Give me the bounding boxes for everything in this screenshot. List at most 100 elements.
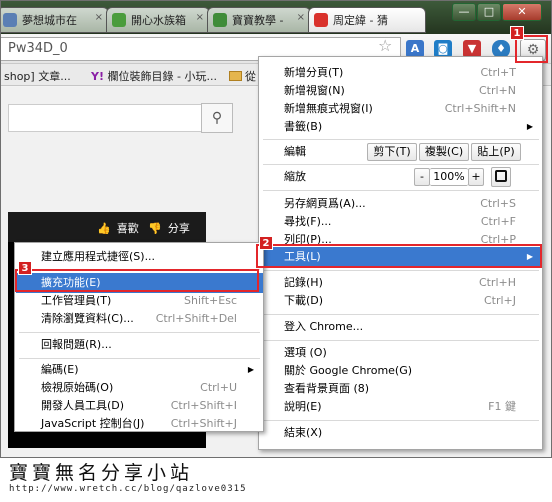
menu-background-pages[interactable]: 查看背景頁面 (8) (260, 379, 542, 399)
watermark-url: http://www.wretch.cc/blog/qazlove0315 (9, 484, 247, 494)
shortcut: Ctrl+T (480, 66, 516, 79)
zoom-in-button[interactable]: + (468, 168, 484, 186)
zoom-out-button[interactable]: - (414, 168, 430, 186)
bookmark-item[interactable]: shop] 文章... (4, 68, 71, 84)
tab-4-active[interactable]: 周定緯 - 猜 (308, 7, 426, 33)
tab-label: 周定緯 - 猜 (333, 14, 388, 27)
step-badge-1: 1 (510, 26, 524, 40)
submenu-developer-tools[interactable]: 開發人員工具(D) Ctrl+Shift+I (16, 396, 263, 416)
shortcut: Ctrl+Shift+I (170, 399, 237, 412)
submenu-create-shortcut[interactable]: 建立應用程式捷徑(S)... (16, 247, 263, 267)
shortcut: Ctrl+F (480, 215, 516, 228)
menu-label: 另存網頁爲(A)... (284, 197, 366, 210)
menu-label: 新增無痕式視窗(I) (284, 102, 373, 115)
menu-downloads[interactable]: 下載(D) Ctrl+J (260, 291, 542, 311)
annotation-frame-3 (15, 269, 259, 292)
menu-label: 編碼(E) (41, 363, 79, 376)
tab-label: 開心水族箱 (131, 14, 186, 27)
shortcut: F1 鍵 (488, 400, 516, 413)
menu-label: 檢視原始碼(O) (41, 381, 114, 394)
folder-icon (229, 71, 242, 81)
bookmark-folder[interactable]: 從 (229, 68, 256, 84)
tab-label: 夢想城市在 (22, 14, 77, 27)
submenu-view-source[interactable]: 檢視原始碼(O) Ctrl+U (16, 378, 263, 398)
paste-button[interactable]: 貼上(P) (471, 143, 521, 161)
menu-history[interactable]: 記錄(H) Ctrl+H (260, 273, 542, 293)
site-icon (213, 13, 227, 27)
minimize-button[interactable]: — (452, 3, 476, 21)
youtube-icon (314, 13, 328, 27)
menu-new-window[interactable]: 新增視窗(N) Ctrl+N (260, 81, 542, 101)
menu-label: 新增視窗(N) (284, 84, 345, 97)
menu-label: 新增分頁(T) (284, 66, 344, 79)
menu-exit[interactable]: 結束(X) (260, 423, 542, 443)
maximize-button[interactable]: □ (477, 3, 501, 21)
close-icon[interactable]: × (196, 12, 204, 23)
bookmark-label: 欄位裝飾目錄 - 小玩... (107, 70, 217, 83)
site-icon (112, 13, 126, 27)
menu-about[interactable]: 關於 Google Chrome(G) (260, 361, 542, 381)
submenu-task-manager[interactable]: 工作管理員(T) Shift+Esc (16, 291, 263, 311)
menu-label: 登入 Chrome... (284, 320, 364, 333)
separator (263, 270, 539, 271)
submenu-encoding[interactable]: 編碼(E) ▶ (16, 360, 263, 380)
menu-options[interactable]: 選項 (O) (260, 343, 542, 363)
watermark-title: 寶寶無名分享小站 (9, 462, 194, 484)
menu-new-incognito[interactable]: 新增無痕式視窗(I) Ctrl+Shift+N (260, 99, 542, 119)
shortcut: Ctrl+U (200, 381, 237, 394)
copy-button[interactable]: 複製(C) (419, 143, 469, 161)
menu-label: 記錄(H) (284, 276, 323, 289)
menu-sign-in[interactable]: 登入 Chrome... (260, 317, 542, 337)
bookmark-item[interactable]: Y! 欄位裝飾目錄 - 小玩... (91, 68, 217, 84)
tab-strip: 夢想城市在 × 開心水族箱 × 寶寶教學 - × 周定緯 - 猜 — □ ✕ (1, 1, 551, 34)
separator (263, 164, 539, 165)
zoom-level: 100% (430, 168, 468, 186)
close-window-button[interactable]: ✕ (502, 3, 542, 21)
submenu-arrow-icon: ▶ (247, 365, 254, 374)
separator (19, 358, 260, 359)
menu-label: JavaScript 控制台(J) (41, 417, 145, 430)
menu-find[interactable]: 尋找(F)... Ctrl+F (260, 212, 542, 232)
submenu-report-issue[interactable]: 回報問題(R)... (16, 335, 263, 355)
separator (263, 139, 539, 140)
like-label[interactable]: 喜歡 (117, 222, 139, 235)
menu-label: 結束(X) (284, 426, 323, 439)
menu-bookmarks[interactable]: 書籤(B) ▶ (260, 117, 542, 137)
close-icon[interactable]: × (95, 12, 103, 23)
menu-label: 工作管理員(T) (41, 294, 112, 307)
search-input[interactable] (8, 104, 228, 132)
thumb-up-icon[interactable]: 👍 (97, 222, 111, 235)
tab-1[interactable]: 夢想城市在 × (1, 7, 109, 33)
menu-label: 編輯 (284, 145, 306, 158)
close-icon[interactable]: × (297, 12, 305, 23)
menu-help[interactable]: 說明(E) F1 鍵 (260, 397, 542, 417)
menu-new-tab[interactable]: 新增分頁(T) Ctrl+T (260, 63, 542, 83)
menu-label: 選項 (O) (284, 346, 327, 359)
search-button[interactable]: ⚲ (201, 103, 233, 133)
tab-2[interactable]: 開心水族箱 × (106, 7, 210, 33)
menu-label: 說明(E) (284, 400, 322, 413)
share-label[interactable]: 分享 (168, 222, 190, 235)
shortcut: Ctrl+Shift+N (444, 102, 516, 115)
menu-label: 回報問題(R)... (41, 338, 112, 351)
submenu-js-console[interactable]: JavaScript 控制台(J) Ctrl+Shift+J (16, 414, 263, 434)
separator (263, 420, 539, 421)
submenu-arrow-icon: ▶ (526, 122, 533, 131)
bookmark-label: 從 (245, 70, 256, 83)
thumb-down-icon[interactable]: 👎 (148, 222, 162, 235)
separator (263, 340, 539, 341)
menu-label: 下載(D) (284, 294, 324, 307)
submenu-clear-data[interactable]: 清除瀏覽資料(C)... Ctrl+Shift+Del (16, 309, 263, 329)
menu-save-page[interactable]: 另存網頁爲(A)... Ctrl+S (260, 194, 542, 214)
star-icon[interactable]: ☆ (378, 36, 392, 55)
tab-3[interactable]: 寶寶教學 - × (207, 7, 311, 33)
menu-label: 書籤(B) (284, 120, 323, 133)
shortcut: Ctrl+N (478, 84, 516, 97)
annotation-frame-2 (256, 244, 542, 268)
fullscreen-icon (495, 170, 507, 182)
menu-label: 建立應用程式捷徑(S)... (41, 250, 156, 263)
cut-button[interactable]: 剪下(T) (367, 143, 417, 161)
yahoo-icon: Y! (91, 70, 104, 83)
fullscreen-button[interactable] (491, 167, 511, 187)
shortcut: Shift+Esc (184, 294, 237, 307)
